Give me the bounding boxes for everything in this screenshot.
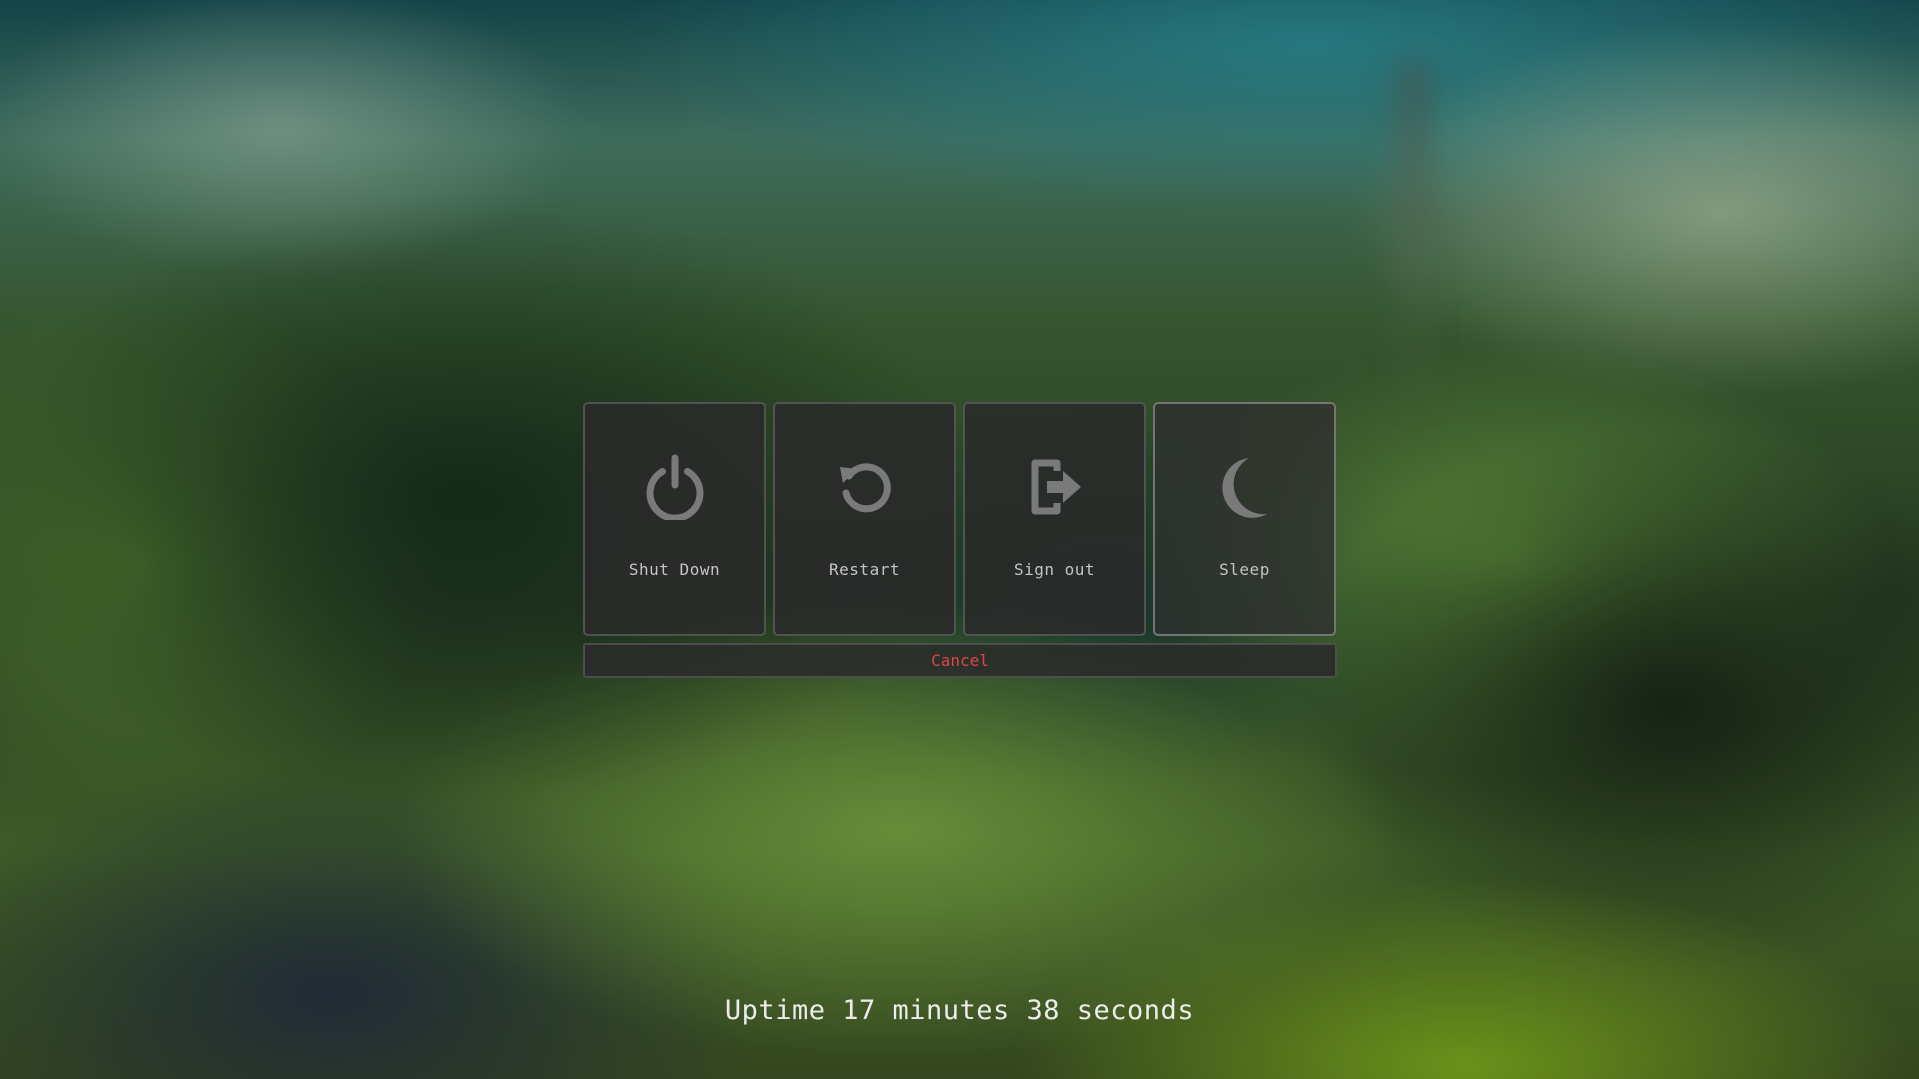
power-icon [640,452,710,522]
restart-icon [830,452,900,522]
sleep-button[interactable]: Sleep [1153,402,1336,636]
sign-out-button[interactable]: Sign out [963,402,1146,636]
cancel-button[interactable]: Cancel [583,643,1337,678]
restart-label: Restart [829,560,900,579]
shut-down-button[interactable]: Shut Down [583,402,766,636]
sign-out-label: Sign out [1013,560,1096,579]
moon-icon [1210,452,1280,522]
sleep-label: Sleep [1219,560,1270,579]
sign-out-icon [1020,452,1090,522]
restart-button[interactable]: Restart [773,402,956,636]
wallpaper-detail [1395,60,1431,420]
power-actions-row: Shut Down Restart Sign out Sleep [583,402,1337,636]
shut-down-label: Shut Down [628,560,721,579]
uptime-text: Uptime 17 minutes 38 seconds [724,995,1195,1026]
power-menu-dialog: Shut Down Restart Sign out Sleep Cancel [583,402,1337,678]
